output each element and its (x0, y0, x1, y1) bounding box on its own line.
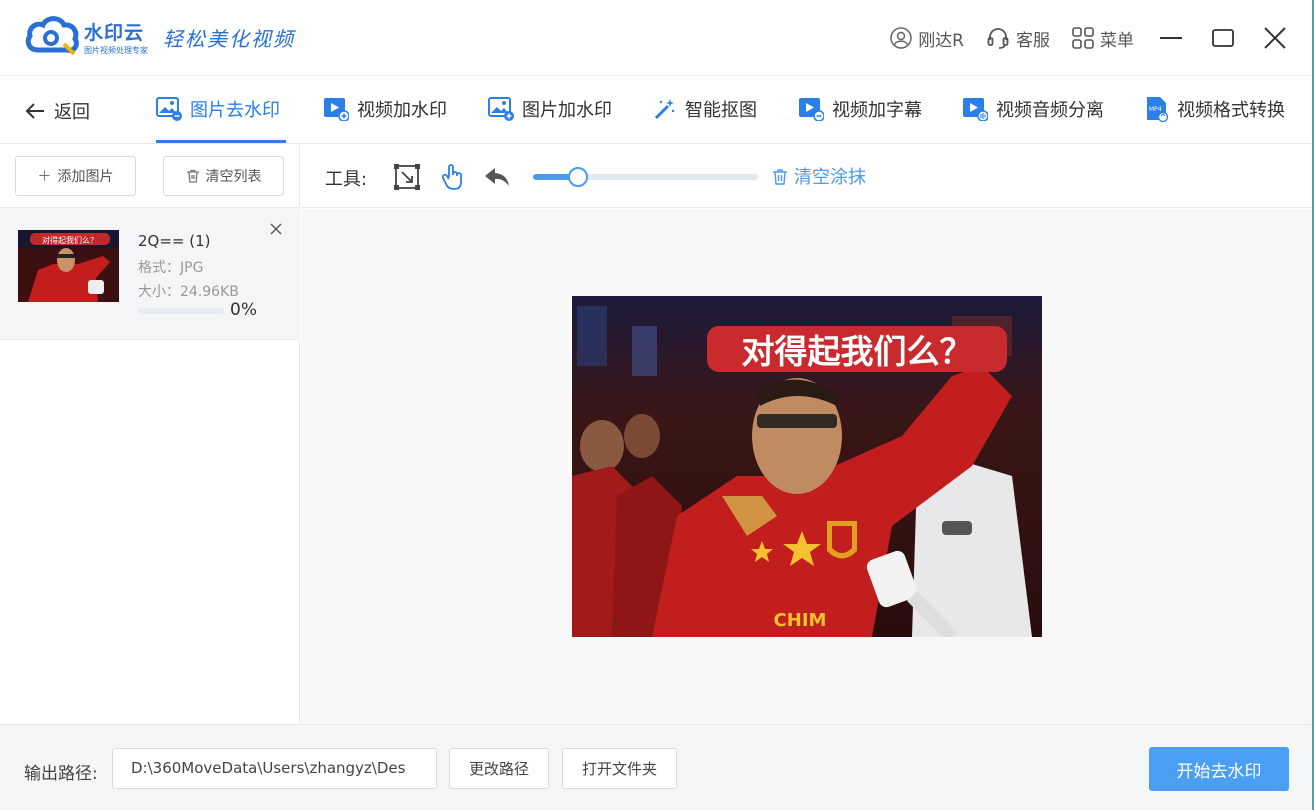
file-format: 格式：JPG (138, 260, 204, 276)
svg-text:MP4: MP4 (1149, 106, 1162, 113)
menu-button[interactable]: 菜单 (1072, 26, 1134, 51)
change-path-button[interactable]: 更改路径 (449, 748, 549, 789)
tab-label: 智能抠图 (685, 100, 757, 121)
preview-caption: 对得起我们么？ (742, 332, 973, 371)
preview-canvas[interactable]: CHIM 对得起我们么？ (301, 209, 1312, 724)
app-name: 水印云 (84, 22, 145, 44)
tab-label: 图片去水印 (190, 100, 280, 121)
user-icon (890, 27, 912, 49)
output-path-label: 输出路径: (24, 764, 98, 784)
tab-video-add-watermark[interactable]: 视频加水印 (323, 96, 447, 122)
tab-image-remove-watermark[interactable]: 图片去水印 (156, 96, 280, 122)
start-remove-watermark-button[interactable]: 开始去水印 (1149, 747, 1289, 791)
undo-icon (485, 168, 509, 186)
thumb-caption: 对得起我们么？ (42, 235, 98, 245)
select-region-tool[interactable] (393, 163, 421, 191)
file-name: 2Q== (1) (138, 232, 211, 250)
tab-label: 视频加水印 (357, 100, 447, 121)
title-bar: 水印云 图片视频处理专家 轻松美化视频 刚达R 客服 菜单 (0, 0, 1312, 76)
arrow-left-icon (25, 103, 44, 119)
shirt-text: CHIM (774, 610, 827, 631)
brush-size-slider[interactable] (533, 167, 758, 187)
headset-icon (987, 28, 1009, 49)
tab-label: 视频音频分离 (996, 100, 1104, 121)
file-list-item[interactable]: 对得起我们么？ 2Q== (1) 格式：JPG 大小：24.96KB 0% (0, 207, 300, 340)
file-list-panel: ＋ 添加图片 清空列表 对得起我们么？ 2Q== (1) 格式：JPG 大小：2… (0, 145, 300, 724)
select-box-icon (394, 164, 420, 190)
tab-smart-cutout[interactable]: 智能抠图 (653, 96, 757, 122)
add-image-button[interactable]: ＋ 添加图片 (15, 156, 136, 196)
clear-list-button[interactable]: 清空列表 (163, 156, 284, 196)
app-subtitle: 图片视频处理专家 (84, 46, 148, 55)
user-name: 刚达R (918, 30, 964, 51)
mp4-file-icon: MP4 (1147, 97, 1169, 122)
output-path-field[interactable]: D:\360MoveData\Users\zhangyz\Des (112, 748, 437, 789)
undo-tool[interactable] (483, 163, 511, 191)
minimize-icon (1160, 37, 1182, 39)
close-window-button[interactable] (1260, 23, 1290, 53)
hand-brush-tool[interactable] (439, 163, 467, 191)
file-progress-text: 0% (230, 300, 257, 320)
clear-paint-label: 清空涂抹 (794, 167, 866, 188)
tab-label: 图片加水印 (522, 100, 612, 121)
image-preview[interactable]: CHIM 对得起我们么？ (572, 296, 1042, 637)
tab-video-add-subtitle[interactable]: 视频加字幕 (798, 96, 922, 122)
close-icon (270, 223, 282, 235)
output-footer: 输出路径: D:\360MoveData\Users\zhangyz\Des 更… (0, 724, 1312, 810)
cloud-logo-icon (25, 16, 79, 56)
minimize-button[interactable] (1156, 23, 1186, 53)
plus-icon: ＋ (37, 169, 52, 185)
tab-label: 视频加字幕 (832, 100, 922, 121)
image-add-icon (488, 97, 514, 121)
maximize-icon (1212, 29, 1234, 47)
video-audio-icon (963, 98, 988, 121)
brush-size-handle[interactable] (568, 167, 588, 187)
video-subtitle-icon (799, 98, 824, 121)
trash-icon (773, 168, 787, 185)
tab-label: 视频格式转换 (1177, 100, 1285, 121)
tab-video-format-convert[interactable]: MP4 视频格式转换 (1145, 96, 1285, 122)
remove-file-button[interactable] (270, 220, 282, 239)
file-size: 大小：24.96KB (138, 284, 239, 300)
hand-pointer-icon (441, 164, 462, 190)
menu-label: 菜单 (1100, 30, 1134, 51)
app-window: 水印云 图片视频处理专家 轻松美化视频 刚达R 客服 菜单 返回 图片去水印 视… (0, 0, 1314, 810)
user-account[interactable]: 刚达R (890, 26, 964, 51)
tab-image-add-watermark[interactable]: 图片加水印 (488, 96, 612, 122)
customer-service-button[interactable]: 客服 (986, 26, 1050, 51)
trash-icon (186, 169, 199, 183)
preview-photo: CHIM 对得起我们么？ (572, 296, 1042, 637)
tool-label: 工具: (325, 169, 368, 190)
service-label: 客服 (1016, 30, 1050, 51)
file-thumbnail: 对得起我们么？ (18, 230, 119, 302)
file-progress-bar (138, 308, 224, 314)
magic-wand-icon (654, 99, 675, 120)
feature-tab-bar: 返回 图片去水印 视频加水印 图片加水印 智能抠图 视频加字幕 视频音频分离 M… (0, 76, 1312, 144)
maximize-button[interactable] (1208, 23, 1238, 53)
app-slogan: 轻松美化视频 (163, 27, 295, 51)
back-label: 返回 (54, 102, 90, 123)
active-tab-indicator (156, 140, 286, 143)
back-button[interactable]: 返回 (24, 98, 90, 124)
video-icon (324, 98, 349, 121)
close-icon (1264, 27, 1286, 49)
edit-toolbar: 工具: 清空涂抹 (301, 145, 1312, 208)
image-icon (156, 97, 182, 121)
tab-video-audio-split[interactable]: 视频音频分离 (962, 96, 1104, 122)
clear-list-label: 清空列表 (205, 169, 262, 185)
grid-menu-icon (1072, 27, 1094, 49)
clear-paint-button[interactable]: 清空涂抹 (772, 163, 866, 189)
open-folder-button[interactable]: 打开文件夹 (562, 748, 677, 789)
add-image-label: 添加图片 (57, 169, 114, 185)
